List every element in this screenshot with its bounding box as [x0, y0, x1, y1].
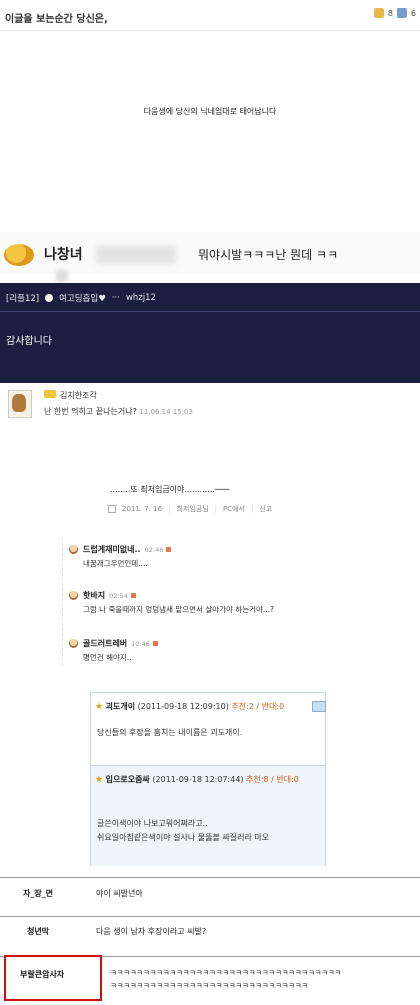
nested-text-line1: 글쓴이색이야 나보고뭐어쩌라고.. — [97, 819, 208, 828]
nested-nickname[interactable]: 입으로오줌싸 — [106, 775, 150, 784]
thumbs-down-icon[interactable] — [396, 8, 407, 18]
user-face-icon — [69, 639, 78, 648]
comment-date: 11.06.14 15:03 — [139, 408, 193, 416]
vote-count[interactable]: 추천:2 / 반대:0 — [231, 702, 284, 711]
reply-time: 10:46 — [131, 640, 150, 648]
reply-time: 02:54 — [109, 592, 128, 600]
post-author[interactable]: 최저임금님 — [176, 504, 208, 514]
blurred-text-small — [56, 270, 68, 282]
nested-text-line2: 쉬요일아침같은색이야 설사나 물뚫볼 싸질러라 마오 — [97, 833, 270, 842]
reply-text: 내꿈개그우먼인데.... — [83, 559, 148, 568]
reply-time: 02:46 — [144, 546, 164, 554]
row-label[interactable]: 자_장_면 — [0, 888, 76, 899]
nested-header: ★ 괴도개이 (2011-09-18 12:09:10) 추천:2 / 반대:0 — [95, 701, 284, 712]
dots-separator: ··· — [111, 293, 120, 303]
reply-nickname[interactable]: 핫바지 02:54 — [83, 590, 136, 601]
smile-icon — [45, 294, 54, 302]
reply-mark-icon — [130, 593, 136, 598]
level-badge-icon — [44, 390, 56, 398]
dark-comment-userid: whzj12 — [125, 293, 156, 303]
user-face-icon — [69, 591, 78, 600]
dark-comment-nickname[interactable]: 여고딩흡입♥ — [59, 292, 106, 304]
user-face-icon — [69, 545, 78, 554]
reply-list: 드럽게재미없네.. 02:46 내꿈개그우먼인데.... 핫바지 02:54 그럼 … — [62, 538, 339, 666]
reply-text: 명언건 해야지.. — [83, 653, 132, 662]
nested-inner-box: ★ 입으로오줌싸 (2011-09-18 12:07:44) 추천:8 / 반대… — [91, 765, 325, 866]
comment-body: 난 한번 먹히고 끝나는거냐? — [44, 407, 137, 416]
reply-text: 그럼 나 죽을때까지 엉덩냄새 맡으면서 살아가야 하는거야...? — [83, 605, 275, 614]
down-count: 6 — [410, 8, 416, 18]
vote-counts: 8 6 — [373, 8, 416, 18]
reply-nickname[interactable]: 골드러트레버 10:46 — [83, 638, 158, 649]
report-link[interactable]: 신고 — [259, 504, 272, 514]
divider — [0, 311, 420, 312]
post-line: ........또 최저임금이야............─── — [110, 485, 230, 494]
nested-date: (2011-09-18 12:09:10) — [137, 702, 229, 711]
dark-comment-box: [리플12] 여고딩흡입♥ ··· whzj12 감사합니다 — [0, 283, 420, 383]
reply-mark-icon — [152, 641, 158, 646]
chat-name: 나창녀 — [44, 247, 83, 263]
kk-line-1: ㅋㅋㅋㅋㅋㅋㅋㅋㅋㅋㅋㅋㅋㅋㅋㅋㅋㅋㅋㅋㅋㅋㅋㅋㅋㅋㅋㅋㅋㅋㅋㅋㅋㅋㅋ — [110, 968, 341, 977]
lock-icon — [108, 505, 116, 513]
up-count: 8 — [387, 8, 393, 18]
thumbs-up-icon[interactable] — [373, 8, 384, 18]
reply-count-label[interactable]: [리플12] — [6, 292, 39, 304]
lion-logo-icon — [4, 244, 34, 266]
reply-nickname[interactable]: 드럽게재미없네.. 02:46 — [83, 544, 172, 555]
row-label[interactable]: 청년막 — [0, 926, 76, 937]
nested-header: ★ 입으로오줌싸 (2011-09-18 12:07:44) 추천:8 / 반대… — [95, 774, 299, 785]
comment-text: 난 한번 먹히고 끝나는거냐? 11.06.14 15:03 — [44, 406, 193, 417]
peanut-avatar-icon — [12, 394, 26, 412]
chat-message: 뭐야시발ㅋㅋㅋ난 뭔데 ㅋㅋ — [198, 248, 339, 262]
highlighted-row-label[interactable]: 부랄큰암사자 — [4, 955, 102, 1001]
star-icon: ★ — [95, 702, 104, 712]
nested-text: 당신들의 후장을 훔치는 내이름은 괴도개이. — [97, 728, 243, 737]
dark-comment-body: 감사합니다 — [6, 336, 52, 347]
vote-count[interactable]: 추천:8 / 반대:0 — [246, 775, 299, 784]
reply-icon[interactable] — [312, 701, 326, 712]
row-value: 다음 생이 남자 후장이라고 씨발? — [96, 927, 207, 936]
blurred-text — [96, 246, 176, 264]
nested-comments: ★ 괴도개이 (2011-09-18 12:09:10) 추천:2 / 반대:0… — [90, 692, 326, 866]
nested-nickname[interactable]: 괴도개이 — [106, 702, 135, 711]
row-value: 야이 씨발년아 — [96, 889, 143, 898]
post-source: PC에서 — [223, 505, 245, 513]
post-meta: 2011. 7. 16 | 최저임금님 | PC에서 | 신고 — [108, 504, 272, 514]
post-header: 이글을 보는순간 당신은, 8 6 — [0, 0, 420, 31]
nested-date: (2011-09-18 12:07:44) — [152, 775, 244, 784]
kk-line-2: ㅋㅋㅋㅋㅋㅋㅋㅋㅋㅋㅋㅋㅋㅋㅋㅋㅋㅋㅋㅋㅋㅋㅋㅋㅋㅋㅋㅋㅋㅋ — [110, 981, 308, 990]
post-date: 2011. 7. 16 — [122, 505, 163, 513]
row-label: 부랄큰암사자 — [20, 970, 65, 979]
center-message: 다음생에 당신의 닉네임대로 태어납니다 — [143, 107, 277, 116]
reply-mark-icon — [166, 547, 172, 552]
table-row: 청년막 다음 생이 남자 후장이라고 씨발? — [0, 916, 420, 943]
chat-strip: 나창녀 뭐야시발ㅋㅋㅋ난 뭔데 ㅋㅋ — [0, 232, 420, 282]
post-title: 이글을 보는순간 당신은, — [5, 14, 108, 25]
star-icon: ★ — [95, 775, 104, 785]
table-row: 자_장_면 야이 씨발년아 — [0, 877, 420, 904]
dark-comment-header: [리플12] 여고딩흡입♥ ··· whzj12 — [6, 292, 156, 304]
comment-nickname[interactable]: 김치한조각 — [60, 390, 97, 401]
